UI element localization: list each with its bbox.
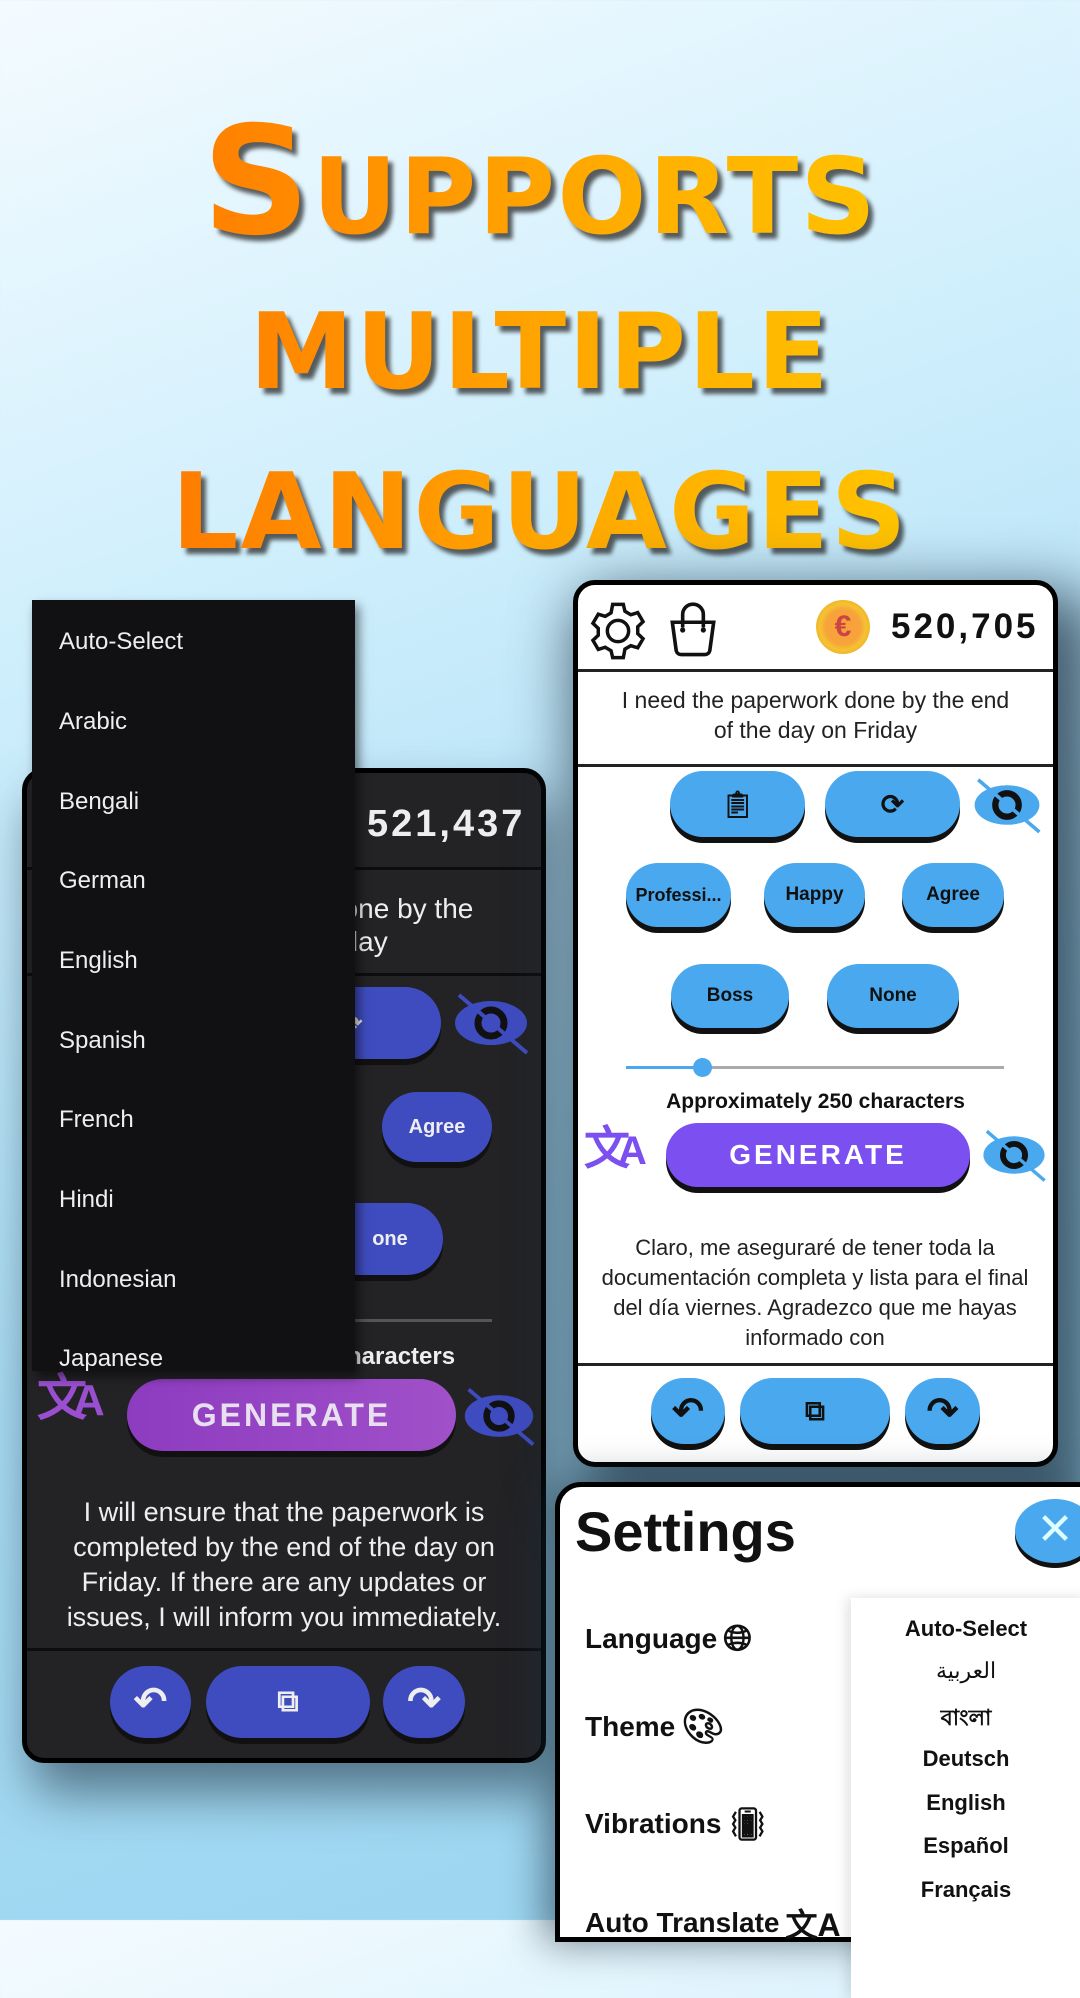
dropdown-option[interactable]: Spanish [59, 1027, 146, 1055]
result-text: Claro, me aseguraré de tener toda la doc… [601, 1235, 1029, 1350]
translate-icon: 文A [785, 1907, 841, 1943]
dropdown-option[interactable]: German [59, 867, 146, 895]
dropdown-option[interactable]: Bengali [59, 788, 139, 816]
undo-button[interactable]: ↶ [110, 1666, 191, 1738]
setting-label: Language [585, 1622, 718, 1654]
shopping-bag-icon[interactable] [662, 599, 724, 661]
palette-icon: 🎨︎ [681, 1708, 725, 1746]
setting-label: Vibrations [585, 1808, 722, 1839]
setting-auto-translate[interactable]: Auto Translate 文A [585, 1900, 841, 1946]
light-app-screen: € 520,705 I need the paperwork done by t… [573, 580, 1058, 1467]
generate-button[interactable]: GENERATE [666, 1123, 970, 1187]
dropdown-option[interactable]: French [59, 1106, 134, 1134]
slider-thumb[interactable] [692, 1058, 712, 1077]
prompt-text: I need the paperwork done by the end of … [621, 687, 1010, 743]
dropdown-option[interactable]: Indonesian [59, 1266, 176, 1294]
length-slider[interactable] [626, 1058, 1004, 1077]
copy-button[interactable]: ⧉ [206, 1666, 370, 1738]
chip-happy[interactable]: Happy [764, 863, 865, 927]
language-list[interactable]: Auto-Select العربية বাংলা Deutsch Englis… [851, 1598, 1080, 1998]
translate-icon[interactable]: 文A [37, 1373, 105, 1423]
hide-eye-icon[interactable] [980, 1125, 1048, 1185]
undo-button[interactable]: ↶ [651, 1378, 725, 1444]
dropdown-option[interactable]: Hindi [59, 1186, 114, 1214]
length-label: Approximately 250 characters [666, 1090, 965, 1113]
dropdown-option[interactable]: Arabic [59, 708, 127, 736]
setting-theme[interactable]: Theme 🎨︎ [585, 1707, 724, 1747]
chip-agree[interactable]: Agree [902, 863, 1004, 927]
language-dropdown[interactable]: Auto-Select Arabic Bengali German Englis… [32, 600, 355, 1371]
language-option[interactable]: Auto-Select [851, 1616, 1080, 1642]
language-option[interactable]: Deutsch [851, 1746, 1080, 1772]
headline-line-3: languages [0, 410, 1080, 584]
coin-count: 520,705 [891, 607, 1039, 646]
redo-button[interactable]: ↷ [383, 1666, 465, 1738]
language-option[interactable]: বাংলা [851, 1701, 1080, 1738]
paste-button[interactable]: 📋︎ [670, 771, 805, 837]
generate-button[interactable]: GENERATE [127, 1379, 456, 1451]
coin-icon: € [816, 600, 870, 654]
headline-line-1: Supports [0, 95, 1080, 269]
globe-icon: 🌐︎ [723, 1617, 753, 1658]
redo-button[interactable]: ↷ [905, 1378, 980, 1444]
language-option[interactable]: English [851, 1790, 1080, 1816]
refresh-button[interactable]: ⟳ [825, 771, 960, 837]
language-option[interactable]: Español [851, 1833, 1080, 1859]
vibration-icon: 📳︎ [727, 1806, 769, 1842]
dropdown-option[interactable]: English [59, 947, 138, 975]
chip-tone-professional[interactable]: Professi... [626, 863, 731, 927]
copy-button[interactable]: ⧉ [740, 1378, 890, 1444]
language-option[interactable]: Français [851, 1877, 1080, 1903]
result-text: I will ensure that the paperwork is comp… [66, 1497, 502, 1632]
hide-eye-icon[interactable] [451, 991, 531, 1055]
close-button[interactable]: ✕ [1015, 1499, 1080, 1563]
dropdown-option[interactable]: Japanese [59, 1345, 163, 1371]
headline-line-2: multiple [0, 250, 1080, 424]
settings-title: Settings [575, 1500, 796, 1563]
setting-vibrations[interactable]: Vibrations 📳︎ [585, 1805, 768, 1843]
length-label: haracters [347, 1343, 456, 1370]
setting-label: Theme [585, 1711, 676, 1742]
setting-label: Auto Translate [585, 1907, 780, 1938]
dropdown-option[interactable]: Auto-Select [59, 628, 183, 656]
chip-boss[interactable]: Boss [671, 964, 789, 1028]
chip-agree[interactable]: Agree [382, 1092, 492, 1162]
hide-eye-icon[interactable] [971, 775, 1043, 835]
language-option[interactable]: العربية [851, 1658, 1080, 1684]
gear-icon[interactable] [586, 599, 650, 663]
setting-language[interactable]: Language 🌐︎ [585, 1617, 752, 1660]
coin-count: 521,437 [367, 803, 526, 845]
hide-eye-icon[interactable] [461, 1383, 537, 1449]
translate-icon[interactable]: 文A [584, 1125, 647, 1171]
settings-panel: Settings ✕ Language 🌐︎ Theme 🎨︎ Vibrations… [555, 1482, 1080, 1998]
chip-none[interactable]: None [827, 964, 959, 1028]
